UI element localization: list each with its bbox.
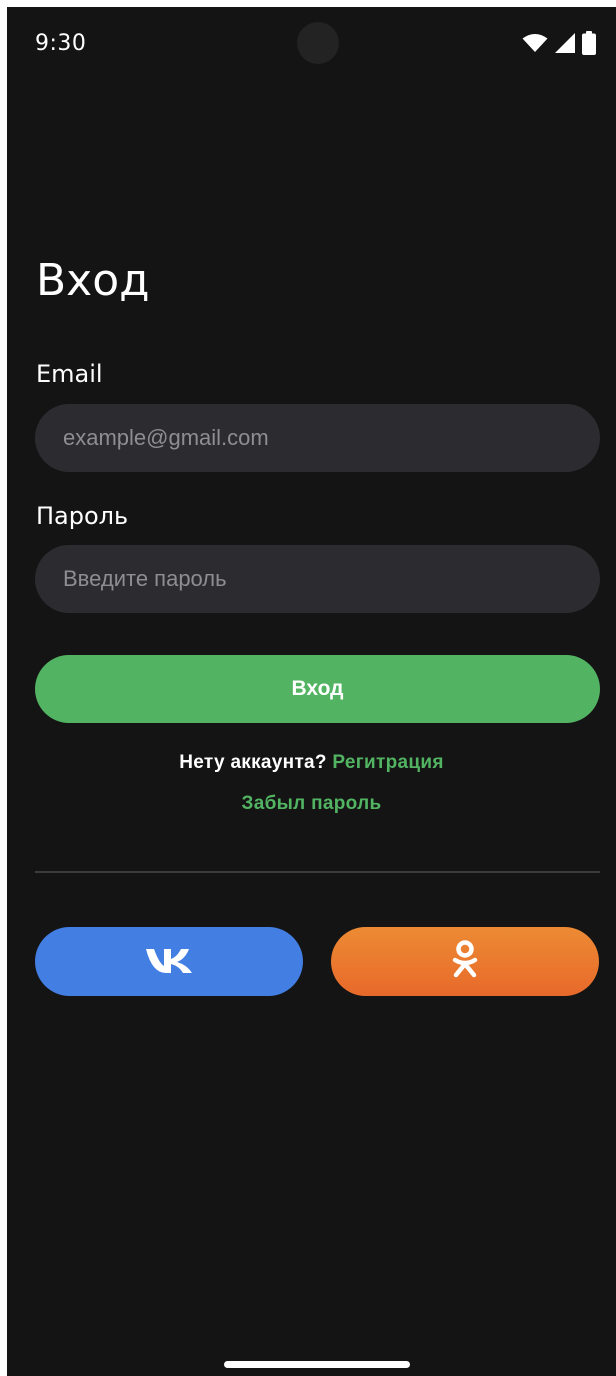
wifi-icon <box>522 33 548 58</box>
status-time: 9:30 <box>35 31 87 56</box>
divider <box>35 871 600 873</box>
status-icons <box>522 31 596 60</box>
password-label: Пароль <box>36 502 129 530</box>
vk-logo-icon <box>144 945 194 978</box>
battery-icon <box>582 31 596 60</box>
register-link[interactable]: Регитрация <box>332 752 443 773</box>
status-bar: 9:30 <box>7 7 616 79</box>
forgot-password-line: Забыл пароль <box>7 793 616 815</box>
password-input[interactable] <box>35 545 600 613</box>
signal-icon <box>554 32 576 59</box>
forgot-password-link[interactable]: Забыл пароль <box>242 793 382 814</box>
email-input[interactable] <box>35 404 600 472</box>
login-button[interactable]: Вход <box>35 655 600 723</box>
home-indicator[interactable] <box>224 1361 410 1368</box>
vk-login-button[interactable] <box>35 927 303 996</box>
page-title: Вход <box>36 255 150 306</box>
register-prompt-line: Нету аккаунта? Регитрация <box>7 752 616 774</box>
ok-login-button[interactable] <box>331 927 599 996</box>
login-screen: 9:30 Вход Email Пароль В <box>7 7 616 1376</box>
odnoklassniki-logo-icon <box>450 940 480 983</box>
no-account-text: Нету аккаунта? <box>179 752 327 773</box>
camera-cutout <box>297 22 339 64</box>
email-label: Email <box>36 360 103 388</box>
